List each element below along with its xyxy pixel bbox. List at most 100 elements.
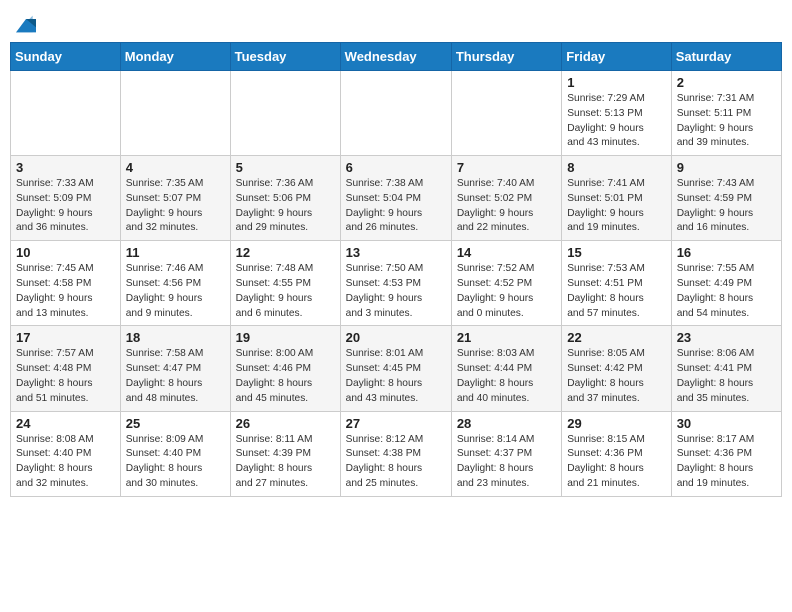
day-info: Sunrise: 7:53 AMSunset: 4:51 PMDaylight:… (567, 262, 665, 321)
calendar-cell: 3 Sunrise: 7:33 AMSunset: 5:09 PMDaylight… (11, 156, 121, 241)
calendar-cell: 10 Sunrise: 7:45 AMSunset: 4:58 PMDayligh… (11, 241, 121, 326)
day-number: 28 (457, 416, 556, 431)
calendar-cell: 27 Sunrise: 8:12 AMSunset: 4:38 PMDayligh… (340, 411, 451, 496)
day-number: 9 (677, 160, 776, 175)
day-info: Sunrise: 7:55 AMSunset: 4:49 PMDaylight:… (677, 262, 776, 321)
day-number: 10 (16, 245, 115, 260)
calendar-cell: 16 Sunrise: 7:55 AMSunset: 4:49 PMDayligh… (671, 241, 781, 326)
day-number: 5 (236, 160, 335, 175)
day-number: 26 (236, 416, 335, 431)
calendar-week-row: 24 Sunrise: 8:08 AMSunset: 4:40 PMDayligh… (11, 411, 782, 496)
calendar-cell: 15 Sunrise: 7:53 AMSunset: 4:51 PMDayligh… (562, 241, 671, 326)
day-number: 11 (126, 245, 225, 260)
day-info: Sunrise: 7:50 AMSunset: 4:53 PMDaylight:… (346, 262, 446, 321)
calendar-cell: 6 Sunrise: 7:38 AMSunset: 5:04 PMDaylight… (340, 156, 451, 241)
day-info: Sunrise: 8:12 AMSunset: 4:38 PMDaylight:… (346, 433, 446, 492)
day-info: Sunrise: 7:45 AMSunset: 4:58 PMDaylight:… (16, 262, 115, 321)
day-number: 14 (457, 245, 556, 260)
day-number: 29 (567, 416, 665, 431)
day-info: Sunrise: 7:52 AMSunset: 4:52 PMDaylight:… (457, 262, 556, 321)
calendar-cell: 26 Sunrise: 8:11 AMSunset: 4:39 PMDayligh… (230, 411, 340, 496)
day-number: 22 (567, 330, 665, 345)
calendar-cell: 21 Sunrise: 8:03 AMSunset: 4:44 PMDayligh… (451, 326, 561, 411)
calendar-cell: 19 Sunrise: 8:00 AMSunset: 4:46 PMDayligh… (230, 326, 340, 411)
calendar-cell (120, 71, 230, 156)
calendar-header-thursday: Thursday (451, 43, 561, 71)
day-number: 12 (236, 245, 335, 260)
day-number: 15 (567, 245, 665, 260)
day-info: Sunrise: 8:14 AMSunset: 4:37 PMDaylight:… (457, 433, 556, 492)
day-number: 19 (236, 330, 335, 345)
calendar-cell: 29 Sunrise: 8:15 AMSunset: 4:36 PMDayligh… (562, 411, 671, 496)
day-number: 16 (677, 245, 776, 260)
calendar-cell: 4 Sunrise: 7:35 AMSunset: 5:07 PMDaylight… (120, 156, 230, 241)
calendar-cell: 25Sunrise: 8:09 AMSunset: 4:40 PMDayligh… (120, 411, 230, 496)
calendar-header-sunday: Sunday (11, 43, 121, 71)
calendar-cell: 2 Sunrise: 7:31 AMSunset: 5:11 PMDaylight… (671, 71, 781, 156)
calendar-week-row: 17Sunrise: 7:57 AMSunset: 4:48 PMDayligh… (11, 326, 782, 411)
day-info: Sunrise: 7:36 AMSunset: 5:06 PMDaylight:… (236, 177, 335, 236)
day-info: Sunrise: 8:00 AMSunset: 4:46 PMDaylight:… (236, 347, 335, 406)
calendar-cell: 8Sunrise: 7:41 AMSunset: 5:01 PMDaylight… (562, 156, 671, 241)
calendar-cell: 22Sunrise: 8:05 AMSunset: 4:42 PMDayligh… (562, 326, 671, 411)
logo-icon (16, 14, 36, 34)
calendar-header-row: SundayMondayTuesdayWednesdayThursdayFrid… (11, 43, 782, 71)
calendar-cell: 5 Sunrise: 7:36 AMSunset: 5:06 PMDaylight… (230, 156, 340, 241)
day-info: Sunrise: 7:46 AMSunset: 4:56 PMDaylight:… (126, 262, 225, 321)
day-info: Sunrise: 8:01 AMSunset: 4:45 PMDaylight:… (346, 347, 446, 406)
day-number: 21 (457, 330, 556, 345)
day-info: Sunrise: 7:29 AMSunset: 5:13 PMDaylight:… (567, 92, 665, 151)
day-number: 13 (346, 245, 446, 260)
day-info: Sunrise: 7:41 AMSunset: 5:01 PMDaylight:… (567, 177, 665, 236)
day-number: 3 (16, 160, 115, 175)
calendar-cell: 30 Sunrise: 8:17 AMSunset: 4:36 PMDayligh… (671, 411, 781, 496)
day-info: Sunrise: 8:06 AMSunset: 4:41 PMDaylight:… (677, 347, 776, 406)
day-number: 27 (346, 416, 446, 431)
day-info: Sunrise: 7:35 AMSunset: 5:07 PMDaylight:… (126, 177, 225, 236)
calendar-header-monday: Monday (120, 43, 230, 71)
day-number: 4 (126, 160, 225, 175)
calendar-cell: 7 Sunrise: 7:40 AMSunset: 5:02 PMDaylight… (451, 156, 561, 241)
day-info: Sunrise: 8:03 AMSunset: 4:44 PMDaylight:… (457, 347, 556, 406)
day-number: 24 (16, 416, 115, 431)
calendar-cell: 20 Sunrise: 8:01 AMSunset: 4:45 PMDayligh… (340, 326, 451, 411)
day-info: Sunrise: 8:08 AMSunset: 4:40 PMDaylight:… (16, 433, 115, 492)
calendar-header-wednesday: Wednesday (340, 43, 451, 71)
day-info: Sunrise: 7:38 AMSunset: 5:04 PMDaylight:… (346, 177, 446, 236)
logo (14, 14, 36, 34)
calendar-week-row: 3 Sunrise: 7:33 AMSunset: 5:09 PMDaylight… (11, 156, 782, 241)
page-header (10, 10, 782, 34)
day-number: 20 (346, 330, 446, 345)
day-info: Sunrise: 7:58 AMSunset: 4:47 PMDaylight:… (126, 347, 225, 406)
day-info: Sunrise: 7:31 AMSunset: 5:11 PMDaylight:… (677, 92, 776, 151)
calendar-header-friday: Friday (562, 43, 671, 71)
day-info: Sunrise: 7:40 AMSunset: 5:02 PMDaylight:… (457, 177, 556, 236)
calendar-cell: 1 Sunrise: 7:29 AMSunset: 5:13 PMDaylight… (562, 71, 671, 156)
day-number: 7 (457, 160, 556, 175)
calendar-cell (230, 71, 340, 156)
calendar-cell: 24 Sunrise: 8:08 AMSunset: 4:40 PMDayligh… (11, 411, 121, 496)
day-info: Sunrise: 8:17 AMSunset: 4:36 PMDaylight:… (677, 433, 776, 492)
calendar-cell (11, 71, 121, 156)
calendar-cell: 14 Sunrise: 7:52 AMSunset: 4:52 PMDayligh… (451, 241, 561, 326)
calendar-cell: 18 Sunrise: 7:58 AMSunset: 4:47 PMDayligh… (120, 326, 230, 411)
day-info: Sunrise: 8:09 AMSunset: 4:40 PMDaylight:… (126, 433, 225, 492)
day-number: 2 (677, 75, 776, 90)
day-info: Sunrise: 8:11 AMSunset: 4:39 PMDaylight:… (236, 433, 335, 492)
day-info: Sunrise: 7:33 AMSunset: 5:09 PMDaylight:… (16, 177, 115, 236)
day-number: 6 (346, 160, 446, 175)
calendar-cell: 23 Sunrise: 8:06 AMSunset: 4:41 PMDayligh… (671, 326, 781, 411)
day-info: Sunrise: 7:57 AMSunset: 4:48 PMDaylight:… (16, 347, 115, 406)
day-number: 1 (567, 75, 665, 90)
calendar-week-row: 10 Sunrise: 7:45 AMSunset: 4:58 PMDayligh… (11, 241, 782, 326)
day-info: Sunrise: 8:15 AMSunset: 4:36 PMDaylight:… (567, 433, 665, 492)
calendar-cell: 13 Sunrise: 7:50 AMSunset: 4:53 PMDayligh… (340, 241, 451, 326)
calendar-week-row: 1 Sunrise: 7:29 AMSunset: 5:13 PMDaylight… (11, 71, 782, 156)
day-number: 30 (677, 416, 776, 431)
calendar-cell: 9 Sunrise: 7:43 AMSunset: 4:59 PMDaylight… (671, 156, 781, 241)
calendar-cell: 28 Sunrise: 8:14 AMSunset: 4:37 PMDayligh… (451, 411, 561, 496)
day-number: 18 (126, 330, 225, 345)
day-info: Sunrise: 7:43 AMSunset: 4:59 PMDaylight:… (677, 177, 776, 236)
day-number: 23 (677, 330, 776, 345)
calendar-cell: 17Sunrise: 7:57 AMSunset: 4:48 PMDayligh… (11, 326, 121, 411)
